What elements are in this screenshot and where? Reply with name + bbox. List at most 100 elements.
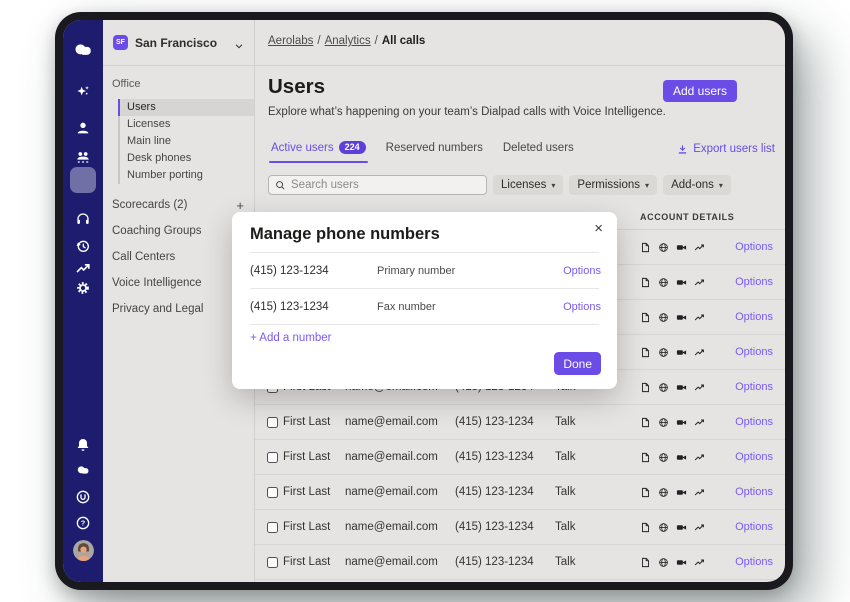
settings-gear-icon[interactable]	[75, 280, 91, 296]
tab-deleted-users[interactable]: Deleted users	[503, 142, 574, 163]
close-icon[interactable]: ×	[594, 220, 603, 237]
tab-reserved-numbers[interactable]: Reserved numbers	[386, 142, 483, 163]
row-options-link[interactable]: Options	[735, 521, 785, 533]
trend-line-icon[interactable]	[694, 452, 705, 463]
row-options-link[interactable]: Options	[735, 556, 785, 568]
dialpad-mini-icon[interactable]	[76, 464, 90, 478]
permissions-filter-dropdown[interactable]: Permissions▾	[569, 175, 657, 195]
analytics-trend-icon[interactable]	[75, 260, 91, 276]
row-checkbox[interactable]	[267, 557, 278, 568]
headset-icon[interactable]	[75, 211, 91, 227]
add-users-button[interactable]: Add users	[663, 80, 737, 102]
row-checkbox[interactable]	[267, 487, 278, 498]
user-email: name@email.com	[345, 416, 455, 428]
row-checkbox[interactable]	[267, 452, 278, 463]
user-avatar[interactable]	[73, 540, 94, 561]
globe-icon[interactable]	[658, 347, 669, 358]
video-camera-icon[interactable]	[676, 557, 687, 568]
document-icon[interactable]	[640, 347, 651, 358]
account-detail-icons	[640, 312, 716, 323]
feedback-icon[interactable]	[75, 489, 91, 505]
sidebar-item-desk-phones[interactable]: Desk phones	[118, 150, 254, 167]
globe-icon[interactable]	[658, 522, 669, 533]
globe-icon[interactable]	[658, 487, 669, 498]
sidebar-item-main-line[interactable]: Main line	[118, 133, 254, 150]
trend-line-icon[interactable]	[694, 242, 705, 253]
done-button[interactable]: Done	[554, 352, 601, 375]
trend-line-icon[interactable]	[694, 557, 705, 568]
addons-filter-dropdown[interactable]: Add-ons▾	[663, 175, 731, 195]
document-icon[interactable]	[640, 242, 651, 253]
breadcrumb-analytics[interactable]: Analytics	[325, 35, 371, 47]
contact-center-icon[interactable]	[75, 149, 91, 165]
document-icon[interactable]	[640, 557, 651, 568]
row-options-link[interactable]: Options	[735, 381, 785, 393]
globe-icon[interactable]	[658, 382, 669, 393]
user-license: Talk	[555, 486, 640, 498]
row-options-link[interactable]: Options	[735, 241, 785, 253]
globe-icon[interactable]	[658, 312, 669, 323]
globe-icon[interactable]	[658, 452, 669, 463]
add-number-link[interactable]: + Add a number	[250, 332, 332, 344]
video-camera-icon[interactable]	[676, 487, 687, 498]
trend-line-icon[interactable]	[694, 487, 705, 498]
sidebar-item-scorecards[interactable]: Scorecards (2) +	[103, 193, 254, 218]
phone-type: Primary number	[377, 265, 563, 277]
document-icon[interactable]	[640, 487, 651, 498]
row-options-link[interactable]: Options	[735, 311, 785, 323]
user-email: name@email.com	[345, 556, 455, 568]
video-camera-icon[interactable]	[676, 382, 687, 393]
trend-line-icon[interactable]	[694, 277, 705, 288]
workspace-name: San Francisco	[135, 36, 234, 50]
sidebar-item-licenses[interactable]: Licenses	[118, 116, 254, 133]
document-icon[interactable]	[640, 522, 651, 533]
document-icon[interactable]	[640, 312, 651, 323]
history-icon[interactable]	[75, 238, 91, 254]
phone-options-link[interactable]: Options	[563, 265, 617, 277]
row-options-link[interactable]: Options	[735, 346, 785, 358]
phone-number: (415) 123-1234	[232, 265, 377, 277]
globe-icon[interactable]	[658, 242, 669, 253]
row-options-link[interactable]: Options	[735, 416, 785, 428]
trend-line-icon[interactable]	[694, 417, 705, 428]
video-camera-icon[interactable]	[676, 417, 687, 428]
phone-number-row: (415) 123-1234 Primary number Options	[232, 253, 617, 288]
workspace-selector[interactable]: SF San Francisco	[103, 20, 254, 65]
help-icon[interactable]: ?	[75, 515, 91, 531]
licenses-filter-dropdown[interactable]: Licenses▾	[493, 175, 563, 195]
document-icon[interactable]	[640, 452, 651, 463]
globe-icon[interactable]	[658, 417, 669, 428]
export-users-link[interactable]: Export users list	[677, 143, 775, 155]
sidebar-item-users[interactable]: Users	[118, 99, 254, 116]
row-options-link[interactable]: Options	[735, 451, 785, 463]
video-camera-icon[interactable]	[676, 347, 687, 358]
document-icon[interactable]	[640, 277, 651, 288]
document-icon[interactable]	[640, 417, 651, 428]
sidebar-item-number-porting[interactable]: Number porting	[118, 167, 254, 184]
tab-active-users[interactable]: Active users 224	[271, 141, 366, 163]
row-options-link[interactable]: Options	[735, 486, 785, 498]
video-camera-icon[interactable]	[676, 452, 687, 463]
document-icon[interactable]	[640, 382, 651, 393]
breadcrumb-aerolabs[interactable]: Aerolabs	[268, 35, 313, 47]
globe-icon[interactable]	[658, 277, 669, 288]
video-camera-icon[interactable]	[676, 277, 687, 288]
row-checkbox[interactable]	[267, 522, 278, 533]
trend-line-icon[interactable]	[694, 522, 705, 533]
phone-options-link[interactable]: Options	[563, 301, 617, 313]
notifications-bell-icon[interactable]	[75, 437, 91, 453]
person-icon[interactable]	[75, 120, 91, 136]
ai-sparkles-icon[interactable]	[75, 84, 91, 100]
table-row: First Last name@email.com (415) 123-1234…	[255, 510, 785, 545]
video-camera-icon[interactable]	[676, 242, 687, 253]
trend-line-icon[interactable]	[694, 347, 705, 358]
video-camera-icon[interactable]	[676, 312, 687, 323]
globe-icon[interactable]	[658, 557, 669, 568]
video-camera-icon[interactable]	[676, 522, 687, 533]
trend-line-icon[interactable]	[694, 382, 705, 393]
row-checkbox[interactable]	[267, 417, 278, 428]
trend-line-icon[interactable]	[694, 312, 705, 323]
active-app-square[interactable]	[70, 167, 96, 193]
row-options-link[interactable]: Options	[735, 276, 785, 288]
search-input[interactable]	[291, 179, 480, 191]
